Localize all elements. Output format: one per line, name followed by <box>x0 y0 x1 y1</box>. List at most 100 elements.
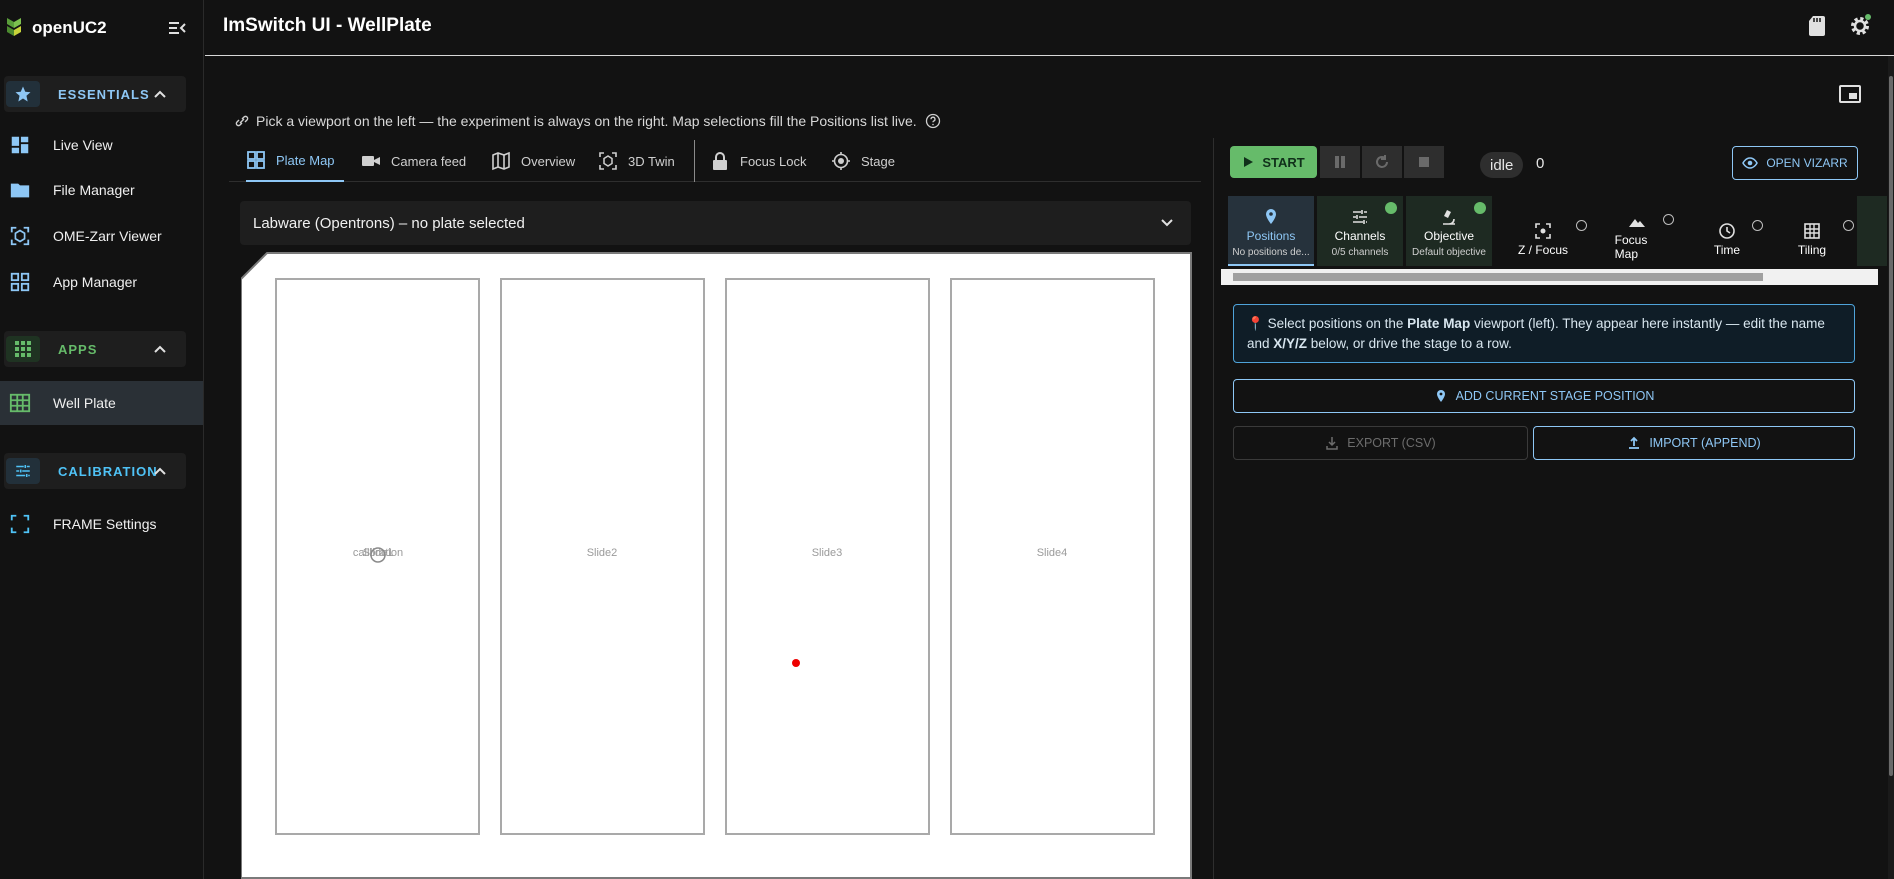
section-calibration-label: CALIBRATION <box>58 463 158 479</box>
plate-map-canvas[interactable]: calibration Slide1 Slide2 Slide3 Slide4 <box>241 252 1192 879</box>
tab-stage[interactable]: Stage <box>831 140 895 182</box>
microscope-icon <box>1443 210 1455 225</box>
step-positions[interactable]: Positions No positions de... <box>1228 196 1314 266</box>
tab-divider <box>694 140 695 182</box>
check-icon <box>1474 202 1486 214</box>
labware-select[interactable]: Labware (Opentrons) – no plate selected <box>240 201 1191 245</box>
chevron-up-icon <box>154 467 166 475</box>
replay-icon <box>1376 155 1388 168</box>
sidebar-item-label: App Manager <box>53 274 138 290</box>
resume-button[interactable] <box>1362 146 1402 178</box>
help-icon[interactable] <box>925 113 941 129</box>
sidebar-item-label: File Manager <box>53 182 135 198</box>
chevron-down-icon <box>1161 219 1173 227</box>
slide-label: Slide2 <box>587 547 618 559</box>
open-vizarr-button[interactable]: OPEN VIZARR <box>1732 146 1858 180</box>
sidebar-item-label: Live View <box>53 137 113 153</box>
step-title: Tiling <box>1797 243 1827 257</box>
sidebar-item-label: FRAME Settings <box>53 516 157 532</box>
tab-camera-feed[interactable]: Camera feed <box>361 140 466 182</box>
experiment-steps: Positions No positions de... Channels 0/… <box>1214 196 1894 266</box>
viewer-icon <box>10 226 30 246</box>
sidebar-item-frame-settings[interactable]: FRAME Settings <box>0 502 203 546</box>
pause-button[interactable] <box>1320 146 1360 178</box>
sidebar-item-well-plate[interactable]: Well Plate <box>0 381 203 425</box>
step-focus-map[interactable]: Focus Map <box>1592 196 1682 266</box>
step-title: Objective <box>1423 229 1475 243</box>
tab-3d-twin[interactable]: 3D Twin <box>598 140 675 182</box>
page-title: ImSwitch UI - WellPlate <box>223 15 432 36</box>
add-current-stage-position-button[interactable]: ADD CURRENT STAGE POSITION <box>1233 379 1855 413</box>
step-title: Z / Focus <box>1517 243 1568 257</box>
scrollbar-thumb[interactable] <box>1889 76 1893 776</box>
step-z-focus[interactable]: Z / Focus <box>1498 196 1588 266</box>
step-channels[interactable]: Channels 0/5 channels <box>1317 196 1403 266</box>
app-header: ImSwitch UI - WellPlate <box>205 0 1894 56</box>
tune-icon <box>1353 210 1367 224</box>
pending-ring <box>1576 220 1587 231</box>
step-tiling[interactable]: Tiling <box>1770 196 1854 266</box>
section-essentials[interactable]: ESSENTIALS <box>4 76 186 112</box>
sd-card-icon[interactable] <box>1805 14 1829 38</box>
sidebar-item-live-view[interactable]: Live View <box>0 123 203 167</box>
sidebar-item-label: Well Plate <box>53 395 116 411</box>
viewport-tabs: Plate Map Camera feed Overview 3D Twin F… <box>229 140 1201 182</box>
sidebar-item-file-manager[interactable]: File Manager <box>0 168 203 212</box>
viewport-hint: Pick a viewport on the left — the experi… <box>234 113 941 129</box>
videocam-icon <box>362 156 380 166</box>
tab-label: 3D Twin <box>628 153 675 169</box>
picture-in-picture-icon[interactable] <box>1839 84 1861 104</box>
step-objective[interactable]: Objective Default objective <box>1406 196 1492 266</box>
labware-label: Labware (Opentrons) – no plate selected <box>253 214 525 232</box>
download-icon <box>1326 437 1339 450</box>
step-overflow[interactable] <box>1857 196 1887 266</box>
scrollbar-thumb[interactable] <box>1233 273 1763 281</box>
pending-ring <box>1752 220 1763 231</box>
folder-icon <box>10 183 30 198</box>
lock-icon <box>713 152 727 170</box>
pending-ring <box>1843 220 1854 231</box>
tune-icon <box>6 458 40 484</box>
positions-info-alert: 📍 Select positions on the Plate Map view… <box>1233 304 1855 363</box>
settings-icon[interactable] <box>1848 14 1872 38</box>
alert-bold: Plate Map <box>1407 316 1471 331</box>
alert-text: Select positions on the <box>1267 316 1408 331</box>
brand-name: openUC2 <box>32 18 107 37</box>
play-icon <box>1244 157 1254 167</box>
frame-icon <box>10 514 30 534</box>
experiment-panel: START idle 0 OPEN VIZARR Positions No po… <box>1213 138 1894 879</box>
tab-overview[interactable]: Overview <box>491 140 575 182</box>
import-append-button[interactable]: IMPORT (APPEND) <box>1533 426 1855 460</box>
vizarr-label: OPEN VIZARR <box>1766 156 1848 170</box>
start-button[interactable]: START <box>1230 146 1317 178</box>
crosshair-icon <box>832 152 850 170</box>
add-label: ADD CURRENT STAGE POSITION <box>1455 389 1655 403</box>
check-icon <box>1385 202 1397 214</box>
steps-scrollbar[interactable] <box>1221 269 1878 285</box>
app-root: openUC2 ESSENTIALS Live View File Manage… <box>0 0 1894 879</box>
chevron-up-icon <box>154 90 166 98</box>
tab-focus-lock[interactable]: Focus Lock <box>710 140 806 182</box>
section-essentials-label: ESSENTIALS <box>58 86 150 102</box>
menu-collapse-icon[interactable] <box>166 17 188 39</box>
terrain-icon <box>1629 219 1645 227</box>
clock-icon <box>1719 223 1735 239</box>
step-title: Time <box>1713 243 1741 257</box>
tab-plate-map[interactable]: Plate Map <box>246 140 344 182</box>
tab-label: Camera feed <box>391 153 467 169</box>
tab-label: Focus Lock <box>740 153 807 169</box>
sidebar-item-ome-zarr-viewer[interactable]: OME-Zarr Viewer <box>0 214 203 258</box>
page-scrollbar[interactable] <box>1888 56 1894 879</box>
sidebar-item-app-manager[interactable]: App Manager <box>0 260 203 304</box>
stop-button[interactable] <box>1404 146 1444 178</box>
section-calibration[interactable]: CALIBRATION <box>4 453 186 489</box>
export-csv-button[interactable]: EXPORT (CSV) <box>1233 426 1528 460</box>
status-badge: idle <box>1480 152 1524 178</box>
step-time[interactable]: Time <box>1687 196 1767 266</box>
step-title: Positions <box>1246 229 1296 243</box>
section-apps[interactable]: APPS <box>4 331 186 367</box>
apps-grid-icon <box>6 336 40 362</box>
focus-icon <box>1535 223 1551 239</box>
pin-emoji-icon: 📍 <box>1247 316 1264 331</box>
sidebar-item-label: OME-Zarr Viewer <box>53 228 162 244</box>
